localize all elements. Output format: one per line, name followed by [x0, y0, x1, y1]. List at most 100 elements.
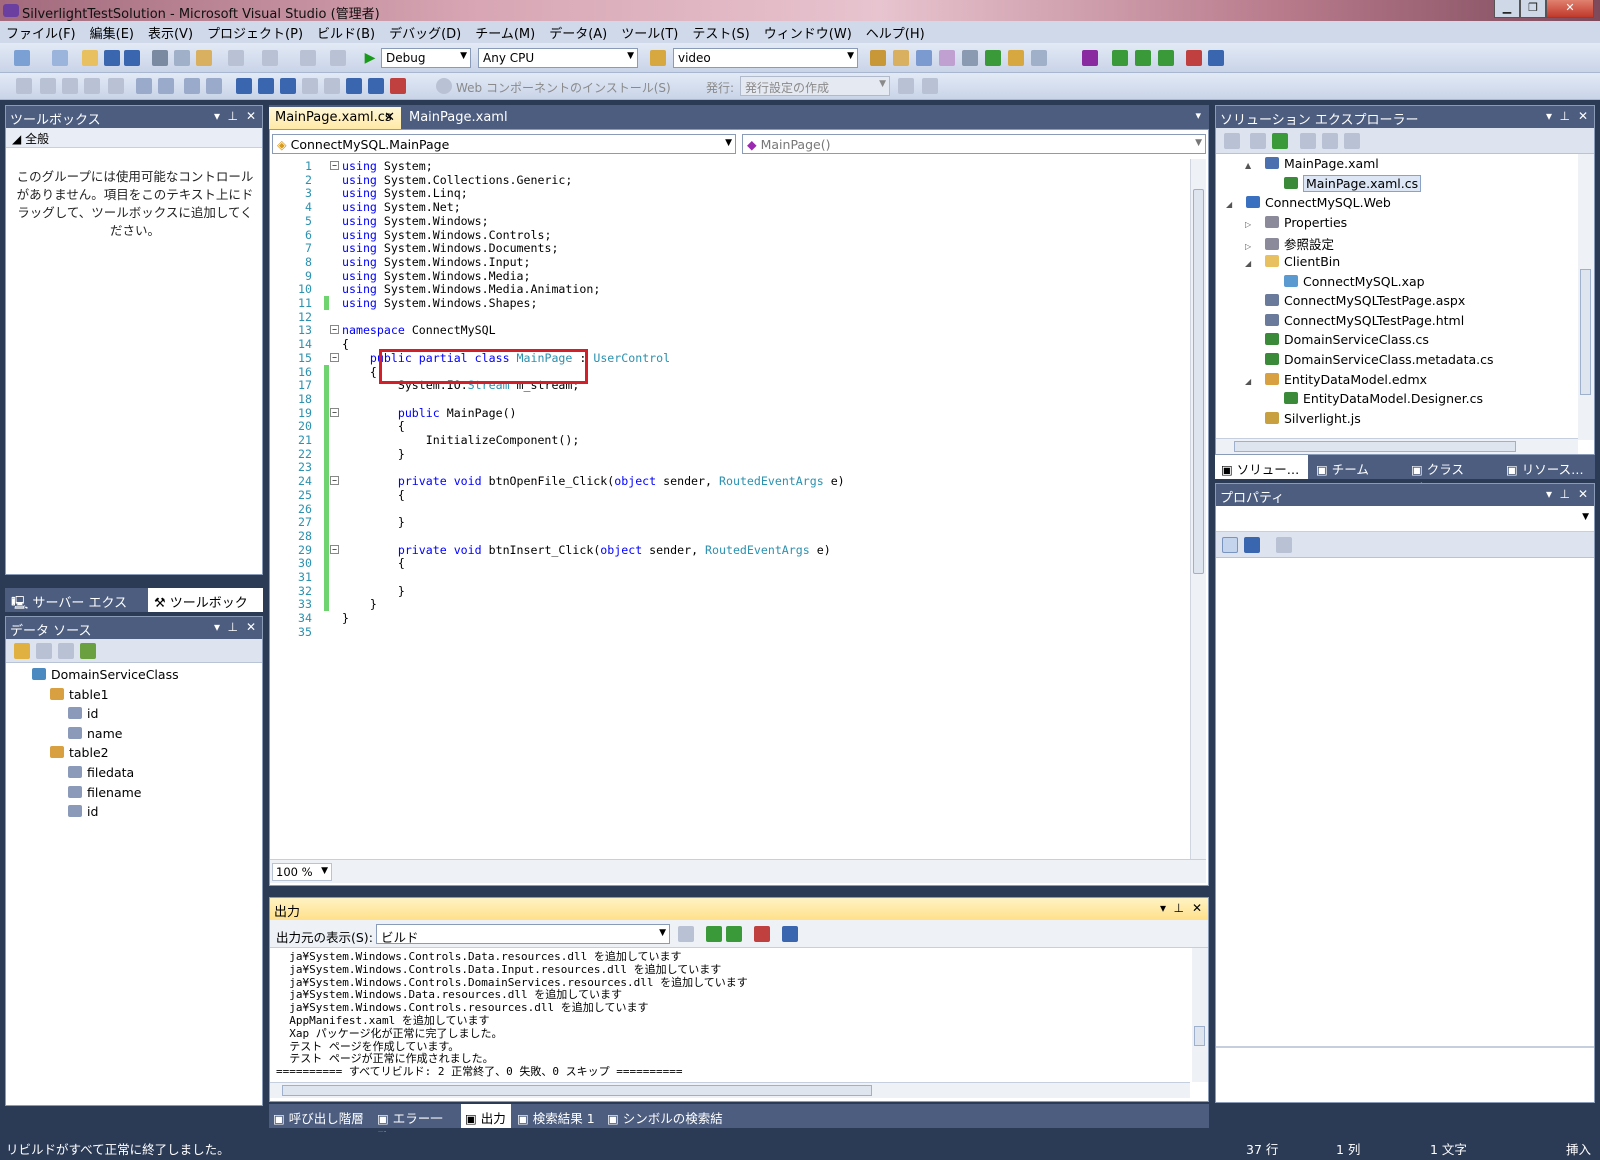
tab-output[interactable]: ▣ 出力 [461, 1104, 511, 1128]
collapse-outline-icon[interactable]: − [330, 544, 339, 554]
menu-item[interactable]: ツール(T) [621, 23, 678, 42]
menu-item[interactable]: ヘルプ(H) [866, 23, 925, 42]
member-navigation-combo[interactable]: ◆ MainPage() ▼ [742, 134, 1206, 154]
scroll-thumb[interactable] [1580, 269, 1591, 395]
tree-item[interactable]: table1 [50, 687, 109, 702]
decrease-indent-icon[interactable] [158, 78, 174, 94]
expand-arrow-icon[interactable]: ▷ [1245, 220, 1257, 229]
expand-arrow-icon[interactable]: ◢ [1245, 259, 1257, 268]
dropdown-icon[interactable]: ▾ [214, 109, 220, 123]
tree-item[interactable]: id [68, 706, 98, 721]
pin-icon[interactable]: ⊥ [228, 109, 238, 123]
find-in-files-icon[interactable] [650, 50, 666, 66]
add-data-source-icon[interactable] [14, 643, 30, 659]
tab-solution-explorer[interactable]: ▣ ソリュー… [1215, 455, 1308, 479]
solution-tree-item[interactable]: ◢ ClientBin [1245, 254, 1340, 269]
type-navigation-combo[interactable]: ◈ ConnectMySQL.MainPage ▼ [272, 134, 736, 154]
view-code-icon[interactable] [1300, 133, 1316, 149]
solution-tree-item[interactable]: EntityDataModel.Designer.cs [1264, 391, 1483, 406]
property-pages-icon[interactable] [1276, 537, 1292, 553]
collapse-outline-icon[interactable]: − [330, 352, 339, 362]
open-file-icon[interactable] [82, 50, 98, 66]
comment-out-icon[interactable] [184, 78, 200, 94]
pin-icon[interactable]: ⊥ [1560, 109, 1570, 123]
close-icon[interactable]: ✕ [1578, 109, 1588, 123]
menu-item[interactable]: データ(A) [549, 23, 607, 42]
editor-vertical-scrollbar[interactable] [1190, 159, 1206, 859]
configure-dataset-icon[interactable] [58, 643, 74, 659]
collapse-outline-icon[interactable]: − [330, 161, 339, 170]
scroll-thumb[interactable] [1193, 189, 1204, 574]
solution-configuration-combo[interactable]: Debug ▼ [381, 48, 471, 68]
solution-explorer-icon[interactable] [870, 50, 886, 66]
step-into-icon[interactable] [1112, 50, 1128, 66]
next-bookmark-icon[interactable] [280, 78, 296, 94]
previous-message-icon[interactable] [706, 926, 722, 942]
menu-item[interactable]: チーム(M) [475, 23, 535, 42]
step-out-icon[interactable] [1158, 50, 1174, 66]
expand-arrow-icon[interactable]: ▲ [1245, 161, 1257, 170]
tab-server-explorer[interactable]: 🖳 サーバー エクスプ… [5, 588, 147, 635]
new-project-icon[interactable] [14, 50, 30, 66]
copy-icon[interactable] [174, 50, 190, 66]
indent-icon[interactable] [136, 78, 152, 94]
dropdown-icon[interactable]: ▾ [1546, 109, 1552, 123]
web-component-install-button[interactable]: Web コンポーネントのインストール(S) [456, 79, 671, 96]
toolbox-icon[interactable] [939, 50, 955, 66]
next-bookmark-document-icon[interactable] [368, 78, 384, 94]
clear-bookmarks-icon[interactable] [390, 78, 406, 94]
collapse-outline-icon[interactable]: − [330, 407, 339, 417]
maximize-button[interactable]: ❐ [1520, 0, 1546, 18]
menu-item[interactable]: ビルド(B) [317, 23, 375, 42]
start-page-icon[interactable] [985, 50, 1001, 66]
find-message-icon[interactable] [678, 926, 694, 942]
align-icon[interactable] [1208, 50, 1224, 66]
tab-mainpage-xaml-cs[interactable]: MainPage.xaml.cs ✕ [269, 107, 401, 129]
code-area[interactable]: 1− using System; 2 using System.Collections… [270, 159, 1182, 859]
tab-error-list[interactable]: ▣ エラー一覧 [373, 1104, 459, 1145]
find-combo[interactable]: video ▼ [673, 48, 858, 68]
solution-tree-item[interactable]: Silverlight.js [1245, 411, 1361, 426]
quick-info-icon[interactable] [62, 78, 78, 94]
object-browser-icon[interactable] [916, 50, 932, 66]
word-wrap-icon[interactable] [782, 926, 798, 942]
output-text[interactable]: ja¥System.Windows.Controls.Data.resource… [270, 948, 1186, 1082]
member-list-icon[interactable] [16, 78, 32, 94]
solution-tree-item[interactable]: ◢ ConnectMySQL.Web [1226, 195, 1391, 210]
solution-tree-item[interactable]: ConnectMySQLTestPage.aspx [1245, 293, 1465, 308]
refresh-icon[interactable] [80, 643, 96, 659]
previous-bookmark-document-icon[interactable] [346, 78, 362, 94]
next-message-icon[interactable] [726, 926, 742, 942]
solution-tree-item[interactable]: ▲ MainPage.xaml [1245, 156, 1379, 171]
view-designer-icon[interactable] [1322, 133, 1338, 149]
scroll-thumb[interactable] [1234, 441, 1516, 452]
document-list-dropdown-icon[interactable]: ▾ [1195, 109, 1201, 122]
tab-mainpage-xaml[interactable]: MainPage.xaml [403, 107, 513, 129]
output-source-combo[interactable]: ビルド ▼ [376, 924, 670, 945]
close-icon[interactable]: ✕ [384, 110, 395, 125]
expand-arrow-icon[interactable]: ◢ [1245, 377, 1257, 386]
next-bookmark-folder-icon[interactable] [324, 78, 340, 94]
show-all-files-icon[interactable] [1250, 133, 1266, 149]
solution-tree-item[interactable]: ▷ Properties [1245, 215, 1347, 230]
output-vertical-scrollbar[interactable] [1192, 948, 1208, 1082]
tree-item[interactable]: id [68, 804, 98, 819]
extension-manager-icon[interactable] [1008, 50, 1024, 66]
scroll-thumb[interactable] [282, 1085, 872, 1096]
view-class-diagram-icon[interactable] [1344, 133, 1360, 149]
menu-item[interactable]: ファイル(F) [6, 23, 76, 42]
team-explorer-icon[interactable] [1082, 50, 1098, 66]
navigate-forward-icon[interactable] [330, 50, 346, 66]
expand-arrow-icon[interactable]: ▷ [1245, 242, 1257, 251]
menu-item[interactable]: デバッグ(D) [389, 23, 461, 42]
menu-item[interactable]: 表示(V) [148, 23, 193, 42]
save-all-icon[interactable] [124, 50, 140, 66]
dropdown-icon[interactable]: ▾ [214, 620, 220, 634]
tree-item[interactable]: filedata [68, 765, 134, 780]
pin-icon[interactable]: ⊥ [1560, 487, 1570, 501]
tab-find-results[interactable]: ▣ 検索結果 1 [513, 1104, 601, 1128]
zoom-combo[interactable]: 100 % ▼ [272, 863, 332, 881]
tree-item[interactable]: name [68, 726, 122, 741]
tab-toolbox[interactable]: ⚒ ツールボックス [148, 588, 263, 630]
solution-tree-item[interactable]: DomainServiceClass.metadata.cs [1245, 352, 1494, 367]
